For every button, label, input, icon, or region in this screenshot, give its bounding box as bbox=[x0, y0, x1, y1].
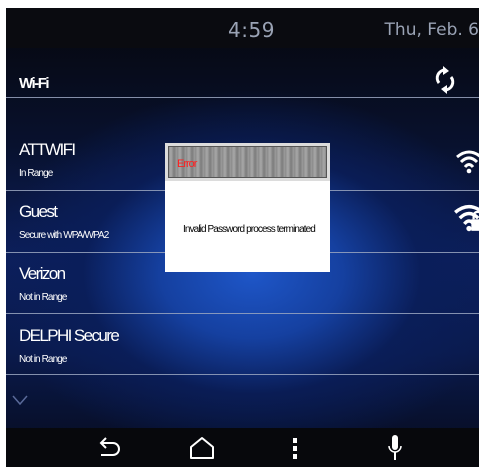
network-name: Guest bbox=[19, 202, 58, 221]
list-divider bbox=[6, 374, 479, 375]
refresh-icon[interactable] bbox=[435, 66, 455, 94]
network-name: ATTWIFI bbox=[19, 140, 76, 159]
wifi-signal-locked-icon bbox=[454, 204, 479, 232]
wifi-signal-icon bbox=[456, 150, 479, 174]
home-button[interactable] bbox=[187, 434, 217, 462]
page-title: Wi-Fi bbox=[19, 75, 50, 92]
dialog-title: Error bbox=[177, 158, 197, 170]
home-icon bbox=[190, 437, 214, 459]
menu-button[interactable] bbox=[280, 434, 310, 462]
error-dialog[interactable]: Error Invalid Password process terminate… bbox=[165, 143, 330, 272]
network-name: DELPHI Secure bbox=[19, 326, 120, 345]
network-status: Not in Range bbox=[19, 292, 67, 303]
status-time: 4:59 bbox=[228, 18, 275, 42]
network-status: In Range bbox=[19, 168, 53, 179]
nav-bar bbox=[6, 428, 479, 467]
wifi-settings-screen: 4:59 Thu, Feb. 6 Wi-Fi ATTWIFI In Range … bbox=[6, 8, 479, 467]
network-name: Verizon bbox=[19, 264, 66, 283]
voice-button[interactable] bbox=[380, 434, 410, 462]
wifi-header: Wi-Fi bbox=[6, 66, 479, 100]
list-divider bbox=[6, 313, 479, 314]
back-button[interactable] bbox=[94, 434, 124, 462]
network-status: Secure with WPA/WPA2 bbox=[19, 230, 109, 241]
network-status: Not in Range bbox=[19, 354, 67, 365]
dialog-titlebar: Error bbox=[165, 143, 330, 181]
chevron-down-icon[interactable] bbox=[12, 395, 28, 405]
status-bar: 4:59 Thu, Feb. 6 bbox=[6, 8, 479, 48]
menu-icon bbox=[293, 438, 297, 459]
back-icon bbox=[99, 437, 120, 456]
header-divider bbox=[6, 97, 479, 98]
dialog-message: Invalid Password process terminated bbox=[183, 224, 316, 235]
status-date: Thu, Feb. 6 bbox=[384, 20, 479, 40]
microphone-icon bbox=[388, 435, 402, 460]
